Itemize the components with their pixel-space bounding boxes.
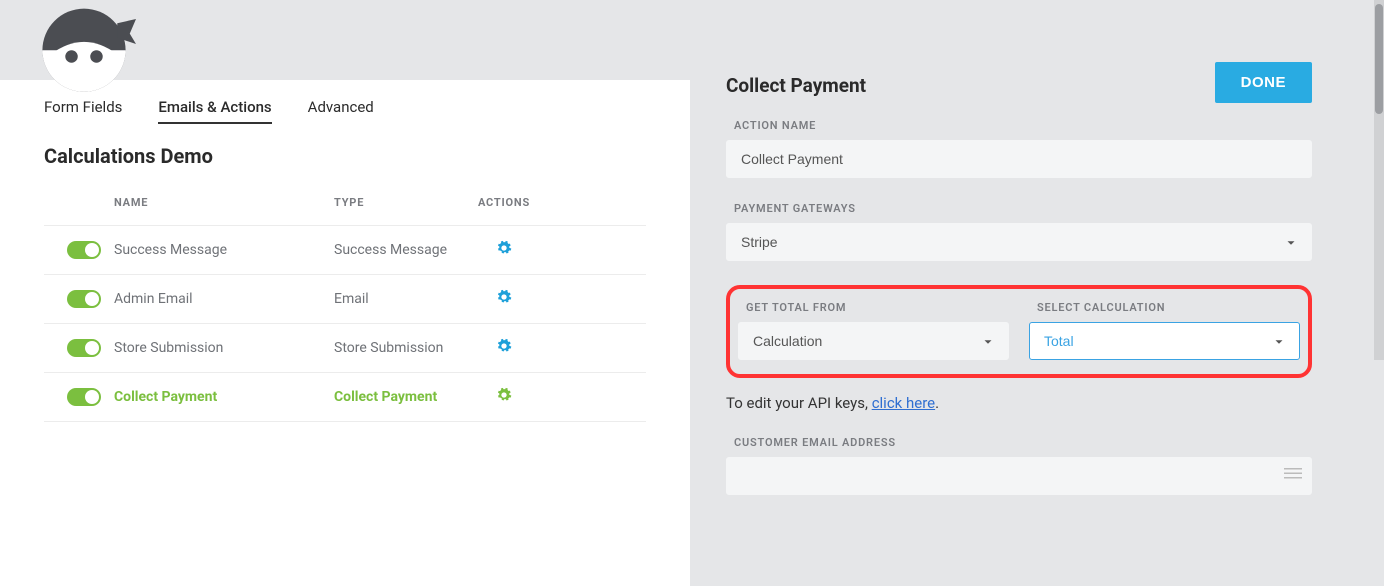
row-toggle[interactable] [67,290,101,308]
ninja-logo-icon [32,0,136,96]
customer-email-input[interactable] [726,457,1312,495]
payment-gateways-label: PAYMENT GATEWAYS [734,202,1312,215]
select-calculation-label: SELECT CALCULATION [1037,301,1300,314]
action-name-label: ACTION NAME [734,119,1312,132]
col-header-type: TYPE [334,196,464,209]
row-toggle[interactable] [67,241,101,259]
table-row: Store Submission Store Submission [44,323,646,372]
row-name: Store Submission [114,340,334,356]
table-header: NAME TYPE ACTIONS [44,186,646,225]
action-name-input[interactable] [726,140,1312,178]
row-toggle[interactable] [67,388,101,406]
row-settings-button[interactable] [464,240,544,260]
row-settings-button[interactable] [464,289,544,309]
select-calculation-select[interactable] [1029,322,1300,360]
gear-icon [496,289,512,305]
tab-advanced[interactable]: Advanced [308,98,374,124]
tab-emails-actions[interactable]: Emails & Actions [158,98,271,124]
row-type: Email [334,290,454,309]
get-total-from-select[interactable] [738,322,1009,360]
row-settings-button[interactable] [464,338,544,358]
logo-area [0,0,690,80]
table-row: Collect Payment Collect Payment [44,372,646,421]
table-row: Success Message Success Message [44,225,646,274]
table-row: Admin Email Email [44,274,646,323]
row-name: Collect Payment [114,389,334,405]
row-name: Admin Email [114,291,334,307]
actions-table: NAME TYPE ACTIONS Success Message Succes… [44,186,646,422]
done-button[interactable]: DONE [1215,62,1312,103]
api-keys-link[interactable]: click here [872,394,935,412]
right-panel: DONE Collect Payment ACTION NAME PAYMENT… [690,0,1348,586]
row-type: Collect Payment [334,388,454,407]
tab-form-fields[interactable]: Form Fields [44,98,122,124]
scrollbar-thumb[interactable] [1375,4,1383,114]
row-toggle[interactable] [67,339,101,357]
payment-gateways-select[interactable] [726,223,1312,261]
col-header-name: NAME [114,196,334,209]
highlight-box: GET TOTAL FROM SELECT CALCULATION [726,285,1312,378]
left-panel: Form Fields Emails & Actions Advanced Ca… [0,0,690,586]
col-header-actions: ACTIONS [464,196,544,209]
get-total-from-label: GET TOTAL FROM [746,301,1009,314]
api-note-prefix: To edit your API keys, [726,394,872,412]
api-note-suffix: . [935,394,939,412]
row-type: Store Submission [334,339,454,358]
row-name: Success Message [114,242,334,258]
gear-icon [496,338,512,354]
gear-icon [496,387,512,403]
gear-icon [496,240,512,256]
customer-email-label: CUSTOMER EMAIL ADDRESS [734,436,1312,449]
scrollbar[interactable] [1374,0,1384,360]
page-title: Calculations Demo [0,130,690,186]
row-type: Success Message [334,241,454,260]
api-note: To edit your API keys, click here. [726,394,1312,412]
row-settings-button[interactable] [464,387,544,407]
